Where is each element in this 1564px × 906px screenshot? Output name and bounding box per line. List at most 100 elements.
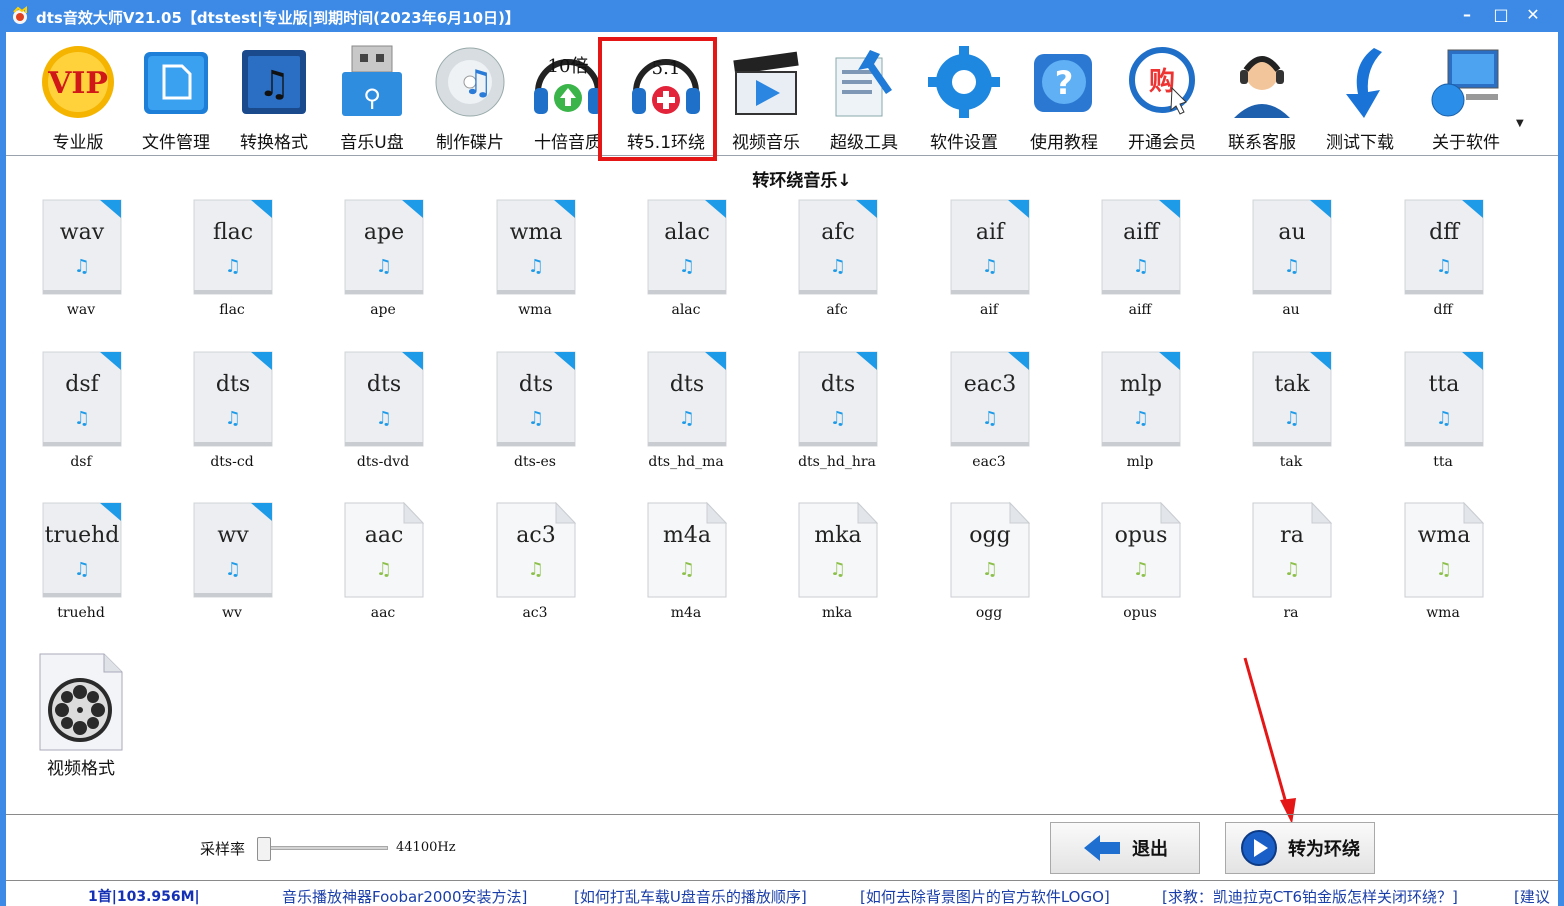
format-tile[interactable]: truehd ♫ truehd bbox=[26, 501, 136, 631]
format-name: dts-es bbox=[514, 454, 556, 470]
format-extension: truehd bbox=[44, 523, 120, 548]
audio-file-icon bbox=[798, 199, 878, 295]
title-bar: dts音效大师V21.05【dtstest|专业版|到期时间(2023年6月10… bbox=[0, 0, 1564, 32]
toolbar-label: 转换格式 bbox=[240, 133, 308, 153]
audio-file-green-icon bbox=[496, 501, 576, 598]
toolbar-item-about[interactable]: 关于软件 bbox=[1418, 40, 1514, 154]
main-toolbar: VIP 专业版 文件管理 ♫ 转换格式 ⚲ 音乐U盘 ♫ 制作碟片 10倍 十倍… bbox=[6, 32, 1558, 156]
format-tile[interactable]: eac3 ♫ eac3 bbox=[934, 350, 1044, 480]
toolbar-label: 联系客服 bbox=[1228, 133, 1296, 153]
format-tile[interactable]: flac ♫ flac bbox=[177, 198, 287, 328]
toolbar-item-video-music[interactable]: 视频音乐 bbox=[718, 40, 814, 154]
format-tile[interactable]: afc ♫ afc bbox=[782, 198, 892, 328]
format-tile[interactable]: wma ♫ wma bbox=[1388, 501, 1498, 631]
format-extension: tak bbox=[1274, 372, 1310, 397]
sample-rate-slider-thumb[interactable] bbox=[257, 837, 271, 861]
format-tile[interactable]: dts ♫ dts_hd_hra bbox=[782, 350, 892, 480]
svg-text:♫: ♫ bbox=[258, 64, 290, 105]
music-note-icon: ♫ bbox=[1132, 256, 1150, 277]
format-tile[interactable]: wma ♫ wma bbox=[480, 198, 590, 328]
format-tile[interactable]: dts ♫ dts-cd bbox=[177, 350, 287, 480]
format-name: au bbox=[1282, 302, 1300, 318]
format-tile[interactable]: dff ♫ dff bbox=[1388, 198, 1498, 328]
format-tile[interactable]: dts ♫ dts_hd_ma bbox=[631, 350, 741, 480]
format-tile[interactable]: ra ♫ ra bbox=[1236, 501, 1346, 631]
music-note-icon: ♫ bbox=[73, 408, 91, 429]
status-link[interactable]: [如何去除背景图片的官方软件LOGO] bbox=[860, 886, 1110, 906]
format-tile[interactable]: wv ♫ wv bbox=[177, 501, 287, 631]
format-tile[interactable]: opus ♫ opus bbox=[1085, 501, 1195, 631]
maximize-button[interactable]: □ bbox=[1486, 2, 1516, 28]
sample-rate-slider-track[interactable] bbox=[262, 846, 388, 850]
format-tile[interactable]: au ♫ au bbox=[1236, 198, 1346, 328]
svg-text:VIP: VIP bbox=[47, 66, 108, 101]
format-tile[interactable]: dsf ♫ dsf bbox=[26, 350, 136, 480]
video-format-tile[interactable]: 视频格式 bbox=[26, 652, 136, 780]
toolbar-item-super-tools[interactable]: 超级工具 bbox=[816, 40, 912, 154]
format-name: opus bbox=[1123, 605, 1157, 621]
format-name: aac bbox=[370, 605, 396, 621]
toolbar-item-membership[interactable]: 购 开通会员 bbox=[1114, 40, 1210, 154]
format-tile[interactable]: ape ♫ ape bbox=[328, 198, 438, 328]
toolbar-item-make-disc[interactable]: ♫ 制作碟片 bbox=[422, 40, 518, 154]
close-button[interactable]: ✕ bbox=[1518, 2, 1548, 28]
music-note-icon: ♫ bbox=[981, 256, 999, 277]
exit-button[interactable]: 退出 bbox=[1050, 822, 1200, 874]
status-link[interactable]: [求教：凯迪拉克CT6铂金版怎样关闭环绕？] bbox=[1162, 886, 1458, 906]
format-tile[interactable]: dts ♫ dts-dvd bbox=[328, 350, 438, 480]
format-tile[interactable]: aac ♫ aac bbox=[328, 501, 438, 631]
format-tile[interactable]: aiff ♫ aiff bbox=[1085, 198, 1195, 328]
audio-file-icon bbox=[950, 351, 1030, 447]
status-link[interactable]: [建议 bbox=[1514, 886, 1550, 906]
format-extension: dts bbox=[215, 372, 251, 397]
toolbar-item-test-download[interactable]: 测试下载 bbox=[1312, 40, 1408, 154]
audio-file-icon bbox=[647, 351, 727, 447]
format-tile[interactable]: aif ♫ aif bbox=[934, 198, 1044, 328]
toolbar-item-usb-music[interactable]: ⚲ 音乐U盘 bbox=[324, 40, 420, 154]
toolbar-item-settings[interactable]: 软件设置 bbox=[916, 40, 1012, 154]
music-note-icon: ♫ bbox=[375, 559, 393, 580]
format-name: dts-dvd bbox=[356, 454, 410, 470]
minimize-button[interactable]: – bbox=[1452, 2, 1482, 28]
disc-icon: ♫ bbox=[435, 47, 505, 117]
format-tile[interactable]: ac3 ♫ ac3 bbox=[480, 501, 590, 631]
format-tile[interactable]: mka ♫ mka bbox=[782, 501, 892, 631]
status-link[interactable]: [如何打乱车载U盘音乐的播放顺序] bbox=[574, 886, 807, 906]
format-tile[interactable]: alac ♫ alac bbox=[631, 198, 741, 328]
format-extension: m4a bbox=[663, 523, 711, 548]
format-tile[interactable]: tak ♫ tak bbox=[1236, 350, 1346, 480]
format-name: dts_hd_ma bbox=[648, 454, 724, 470]
audio-file-icon bbox=[42, 199, 122, 295]
toolbar-item-file-manage[interactable]: 文件管理 bbox=[128, 40, 224, 154]
convert-surround-button[interactable]: 转为环绕 bbox=[1225, 822, 1375, 874]
toolbar-item-customer-service[interactable]: 联系客服 bbox=[1214, 40, 1310, 154]
format-name: ac3 bbox=[522, 605, 548, 621]
music-note-icon: ♫ bbox=[1435, 559, 1453, 580]
toolbar-label: 文件管理 bbox=[142, 133, 210, 153]
format-tile[interactable]: ogg ♫ ogg bbox=[934, 501, 1044, 631]
audio-file-icon bbox=[344, 199, 424, 295]
format-tile[interactable]: mlp ♫ mlp bbox=[1085, 350, 1195, 480]
audio-file-icon bbox=[344, 351, 424, 447]
format-extension: ogg bbox=[969, 523, 1011, 548]
format-tile[interactable]: m4a ♫ m4a bbox=[631, 501, 741, 631]
format-extension: opus bbox=[1114, 523, 1168, 548]
format-name: alac bbox=[671, 302, 701, 318]
music-note-icon: ♫ bbox=[224, 256, 242, 277]
toolbar-overflow-dropdown-icon[interactable]: ▼ bbox=[1516, 118, 1530, 132]
toolbar-item-convert-format[interactable]: ♫ 转换格式 bbox=[226, 40, 322, 154]
audio-file-icon bbox=[1101, 351, 1181, 447]
format-tile[interactable]: dts ♫ dts-es bbox=[480, 350, 590, 480]
toolbar-item-vip[interactable]: VIP 专业版 bbox=[30, 40, 126, 154]
format-name: dsf bbox=[70, 454, 92, 470]
format-tile[interactable]: tta ♫ tta bbox=[1388, 350, 1498, 480]
toolbar-label: 超级工具 bbox=[830, 133, 898, 153]
audio-file-icon bbox=[193, 502, 273, 598]
format-extension: mka bbox=[814, 523, 862, 548]
format-extension: eac3 bbox=[963, 372, 1017, 397]
status-link[interactable]: 音乐播放神器Foobar2000安装方法] bbox=[282, 886, 527, 906]
audio-file-icon bbox=[647, 199, 727, 295]
toolbar-item-tutorial[interactable]: ? 使用教程 bbox=[1016, 40, 1112, 154]
format-tile[interactable]: wav ♫ wav bbox=[26, 198, 136, 328]
music-note-icon: ♫ bbox=[375, 408, 393, 429]
